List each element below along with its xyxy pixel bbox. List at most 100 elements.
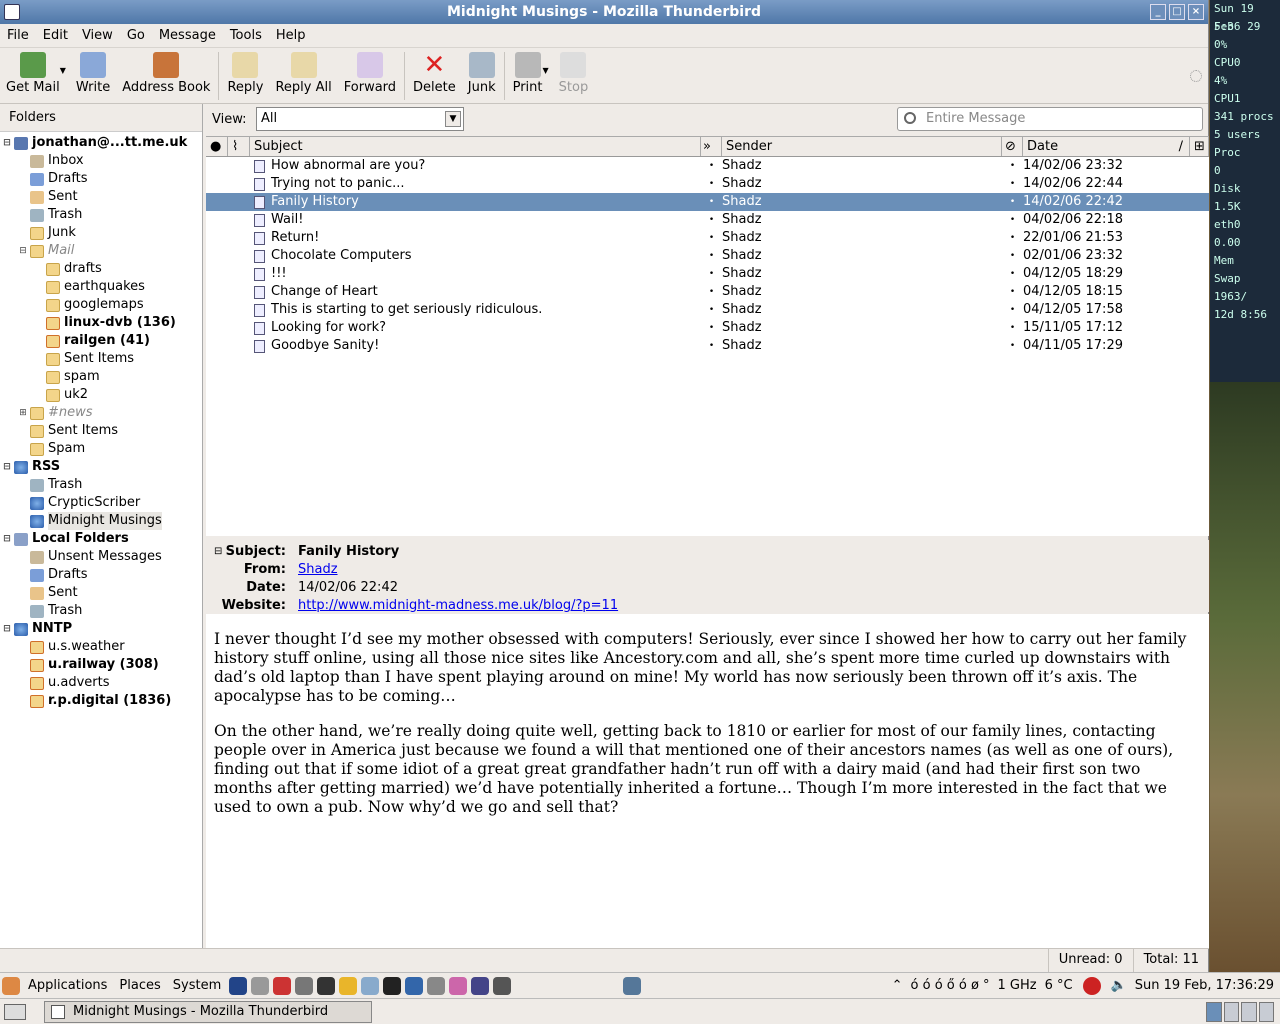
chat-launcher-icon[interactable]: [339, 976, 358, 995]
menu-view[interactable]: View: [75, 28, 120, 43]
read-status-icon[interactable]: •: [701, 319, 722, 337]
clock-launcher-icon[interactable]: [251, 976, 270, 995]
menu-edit[interactable]: Edit: [36, 28, 75, 43]
forward-button[interactable]: Forward: [338, 52, 402, 102]
applications-menu[interactable]: Applications: [22, 978, 113, 993]
junk-status-icon[interactable]: •: [1002, 247, 1023, 265]
header-from-link[interactable]: Shadz: [298, 561, 338, 579]
media-launcher-icon[interactable]: [449, 976, 468, 995]
folder-item[interactable]: u.adverts: [0, 674, 202, 692]
menu-go[interactable]: Go: [120, 28, 152, 43]
menu-message[interactable]: Message: [152, 28, 223, 43]
workspace-2[interactable]: [1223, 1002, 1239, 1022]
junk-status-icon[interactable]: •: [1002, 283, 1023, 301]
read-status-icon[interactable]: •: [701, 247, 722, 265]
folder-item[interactable]: ⊟ RSS: [0, 458, 202, 476]
junk-status-icon[interactable]: •: [1002, 211, 1023, 229]
expander-icon[interactable]: ⊟: [18, 242, 28, 260]
folder-item[interactable]: Midnight Musings: [0, 512, 202, 530]
folder-item[interactable]: Drafts: [0, 566, 202, 584]
junk-status-icon[interactable]: •: [1002, 193, 1023, 211]
view-select[interactable]: All ▼: [256, 107, 464, 131]
terminal-launcher-icon[interactable]: [317, 976, 336, 995]
help-launcher-icon[interactable]: [273, 976, 292, 995]
folder-item[interactable]: linux-dvb (136): [0, 314, 202, 332]
message-row[interactable]: Return! • Shadz • 22/01/06 21:53: [206, 229, 1209, 247]
folder-item[interactable]: Sent: [0, 584, 202, 602]
junk-status-icon[interactable]: •: [1002, 301, 1023, 319]
message-row[interactable]: Change of Heart • Shadz • 04/12/05 18:15: [206, 283, 1209, 301]
subject-column-header[interactable]: Subject: [250, 137, 701, 156]
read-status-icon[interactable]: •: [701, 175, 722, 193]
junk-status-icon[interactable]: •: [1002, 265, 1023, 283]
menu-file[interactable]: File: [0, 28, 36, 43]
junk-status-icon[interactable]: •: [1002, 319, 1023, 337]
folder-item[interactable]: drafts: [0, 260, 202, 278]
get-mail-button[interactable]: Get Mail: [0, 52, 66, 102]
folder-item[interactable]: Inbox: [0, 152, 202, 170]
folder-item[interactable]: Trash: [0, 476, 202, 494]
folder-item[interactable]: ⊞ #news: [0, 404, 202, 422]
reply-button[interactable]: Reply: [221, 52, 269, 102]
read-status-icon[interactable]: •: [701, 229, 722, 247]
thunderbird-launcher-icon[interactable]: [405, 976, 424, 995]
minimize-button[interactable]: _: [1150, 4, 1166, 20]
files-launcher-icon[interactable]: [295, 976, 314, 995]
message-row[interactable]: How abnormal are you? • Shadz • 14/02/06 23:…: [206, 157, 1209, 175]
collapse-header-icon[interactable]: ⊟: [214, 543, 222, 561]
junk-status-icon[interactable]: •: [1002, 337, 1023, 355]
maximize-button[interactable]: □: [1169, 4, 1185, 20]
delete-button[interactable]: ✕ Delete: [407, 52, 462, 102]
message-row[interactable]: Fanily History • Shadz • 14/02/06 22:42: [206, 193, 1209, 211]
folder-item[interactable]: ⊟ Mail: [0, 242, 202, 260]
folder-item[interactable]: ⊟ jonathan@...tt.me.uk: [0, 134, 202, 152]
folder-item[interactable]: Drafts: [0, 170, 202, 188]
close-button[interactable]: ×: [1188, 4, 1204, 20]
folder-item[interactable]: ⊟ NNTP: [0, 620, 202, 638]
read-status-icon[interactable]: •: [701, 265, 722, 283]
junk-column-icon[interactable]: ⊘: [1002, 137, 1023, 156]
browser-launcher-icon[interactable]: [229, 976, 248, 995]
folder-item[interactable]: Spam: [0, 440, 202, 458]
stop-button[interactable]: Stop: [553, 52, 595, 102]
column-picker-icon[interactable]: ⊞: [1190, 137, 1209, 156]
read-status-icon[interactable]: •: [701, 337, 722, 355]
read-status-icon[interactable]: •: [701, 211, 722, 229]
folder-item[interactable]: u.railway (308): [0, 656, 202, 674]
print-button[interactable]: Print: [507, 52, 549, 102]
expander-icon[interactable]: ⊟: [2, 530, 12, 548]
get-mail-dropdown-icon[interactable]: ▼: [60, 66, 66, 75]
folder-item[interactable]: Junk: [0, 224, 202, 242]
read-status-icon[interactable]: •: [701, 301, 722, 319]
folder-item[interactable]: uk2: [0, 386, 202, 404]
junk-status-icon[interactable]: •: [1002, 229, 1023, 247]
write-button[interactable]: Write: [70, 52, 116, 102]
folder-item[interactable]: Trash: [0, 206, 202, 224]
update-icon[interactable]: [1082, 976, 1101, 995]
system-menu[interactable]: System: [167, 978, 227, 993]
expander-icon[interactable]: ⊟: [2, 620, 12, 638]
calculator-launcher-icon[interactable]: [427, 976, 446, 995]
message-row[interactable]: Looking for work? • Shadz • 15/11/05 17:12: [206, 319, 1209, 337]
folder-item[interactable]: CrypticScriber: [0, 494, 202, 512]
show-desktop-icon[interactable]: [4, 1004, 26, 1020]
message-row[interactable]: Chocolate Computers • Shadz • 02/01/06 23:32: [206, 247, 1209, 265]
ide-launcher-icon[interactable]: [471, 976, 490, 995]
menu-tools[interactable]: Tools: [223, 28, 269, 43]
search-input[interactable]: Entire Message: [897, 107, 1203, 131]
message-row[interactable]: !!! • Shadz • 04/12/05 18:29: [206, 265, 1209, 283]
junk-button[interactable]: Junk: [462, 52, 502, 102]
folder-item[interactable]: Sent: [0, 188, 202, 206]
print-dropdown-icon[interactable]: ▼: [543, 66, 549, 75]
panel-clock[interactable]: Sun 19 Feb, 17:36:29: [1135, 978, 1274, 993]
workspace-4[interactable]: [1258, 1002, 1274, 1022]
read-column-icon[interactable]: »: [701, 137, 722, 156]
folder-item[interactable]: googlemaps: [0, 296, 202, 314]
workspace-1[interactable]: [1206, 1002, 1222, 1022]
folder-item[interactable]: earthquakes: [0, 278, 202, 296]
mail-launcher-icon[interactable]: [361, 976, 380, 995]
attachment-column-icon[interactable]: ⌇: [228, 137, 250, 156]
thread-column-icon[interactable]: ●: [206, 137, 228, 156]
read-status-icon[interactable]: •: [701, 283, 722, 301]
junk-status-icon[interactable]: •: [1002, 157, 1023, 175]
